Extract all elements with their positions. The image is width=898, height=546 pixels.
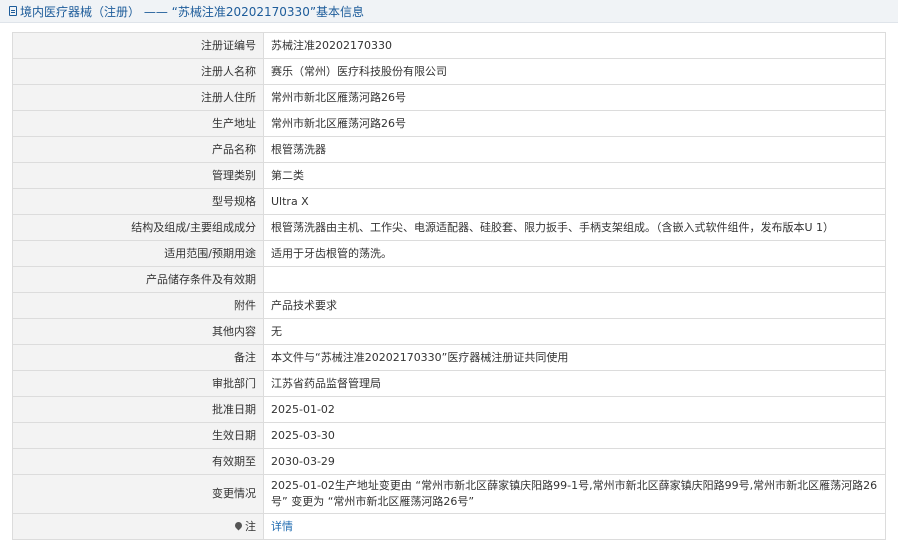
pin-icon: [233, 520, 244, 530]
table-row: 产品名称 根管荡洗器: [12, 136, 886, 163]
row-label: 注册人住所: [12, 84, 264, 111]
row-label: 管理类别: [12, 162, 264, 189]
row-label: 审批部门: [12, 370, 264, 397]
table-row: 注册人住所 常州市新北区雁荡河路26号: [12, 84, 886, 111]
row-value: 2025-03-30: [263, 422, 886, 449]
row-label: 备注: [12, 344, 264, 371]
table-row: 变更情况 2025-01-02生产地址变更由 “常州市新北区薛家镇庆阳路99-1…: [12, 474, 886, 514]
info-table: 注册证编号 苏械注准20202170330 注册人名称 赛乐（常州）医疗科技股份…: [12, 32, 886, 540]
table-row: 适用范围/预期用途 适用于牙齿根管的荡洗。: [12, 240, 886, 267]
page-header: 境内医疗器械（注册） —— “苏械注准20202170330”基本信息: [0, 0, 898, 23]
table-row: 其他内容 无: [12, 318, 886, 345]
table-row: 注册证编号 苏械注准20202170330: [12, 32, 886, 59]
row-value: 无: [263, 318, 886, 345]
row-value: 江苏省药品监督管理局: [263, 370, 886, 397]
row-value: 适用于牙齿根管的荡洗。: [263, 240, 886, 267]
row-label: 有效期至: [12, 448, 264, 475]
row-value: 第二类: [263, 162, 886, 189]
table-row: 产品储存条件及有效期: [12, 266, 886, 293]
row-label: 附件: [12, 292, 264, 319]
row-value: 赛乐（常州）医疗科技股份有限公司: [263, 58, 886, 85]
table-row: 备注 本文件与“苏械注准20202170330”医疗器械注册证共同使用: [12, 344, 886, 371]
row-label: 注册证编号: [12, 32, 264, 59]
note-value-cell: 详情: [263, 513, 886, 540]
row-label: 结构及组成/主要组成成分: [12, 214, 264, 241]
page-title: 境内医疗器械（注册） —— “苏械注准20202170330”基本信息: [20, 4, 365, 19]
note-label-cell: 注: [12, 513, 264, 540]
table-row: 型号规格 Ultra X: [12, 188, 886, 215]
table-row: 注册人名称 赛乐（常州）医疗科技股份有限公司: [12, 58, 886, 85]
row-label: 产品储存条件及有效期: [12, 266, 264, 293]
row-label: 型号规格: [12, 188, 264, 215]
row-value: 苏械注准20202170330: [263, 32, 886, 59]
table-row: 生产地址 常州市新北区雁荡河路26号: [12, 110, 886, 137]
row-value: [263, 266, 886, 293]
table-row: 结构及组成/主要组成成分 根管荡洗器由主机、工作尖、电源适配器、硅胶套、限力扳手…: [12, 214, 886, 241]
row-label: 生效日期: [12, 422, 264, 449]
info-table-container: 注册证编号 苏械注准20202170330 注册人名称 赛乐（常州）医疗科技股份…: [12, 32, 886, 540]
row-value: Ultra X: [263, 188, 886, 215]
row-label: 注册人名称: [12, 58, 264, 85]
row-value: 根管荡洗器由主机、工作尖、电源适配器、硅胶套、限力扳手、手柄支架组成。（含嵌入式…: [263, 214, 886, 241]
row-value: 2030-03-29: [263, 448, 886, 475]
row-label: 产品名称: [12, 136, 264, 163]
row-value: 2025-01-02生产地址变更由 “常州市新北区薛家镇庆阳路99-1号,常州市…: [263, 474, 886, 514]
table-row: 批准日期 2025-01-02: [12, 396, 886, 423]
note-row: 注 详情: [12, 513, 886, 540]
table-row: 生效日期 2025-03-30: [12, 422, 886, 449]
document-icon: [9, 6, 17, 16]
row-value: 本文件与“苏械注准20202170330”医疗器械注册证共同使用: [263, 344, 886, 371]
row-label: 适用范围/预期用途: [12, 240, 264, 267]
table-row: 附件 产品技术要求: [12, 292, 886, 319]
row-label: 生产地址: [12, 110, 264, 137]
row-value: 常州市新北区雁荡河路26号: [263, 110, 886, 137]
row-value: 2025-01-02: [263, 396, 886, 423]
note-label: 注: [245, 519, 256, 533]
row-value: 根管荡洗器: [263, 136, 886, 163]
table-row: 有效期至 2030-03-29: [12, 448, 886, 475]
details-link[interactable]: 详情: [271, 520, 293, 533]
row-label: 变更情况: [12, 474, 264, 514]
row-value: 产品技术要求: [263, 292, 886, 319]
table-row: 审批部门 江苏省药品监督管理局: [12, 370, 886, 397]
row-label: 批准日期: [12, 396, 264, 423]
row-label: 其他内容: [12, 318, 264, 345]
row-value: 常州市新北区雁荡河路26号: [263, 84, 886, 111]
table-row: 管理类别 第二类: [12, 162, 886, 189]
